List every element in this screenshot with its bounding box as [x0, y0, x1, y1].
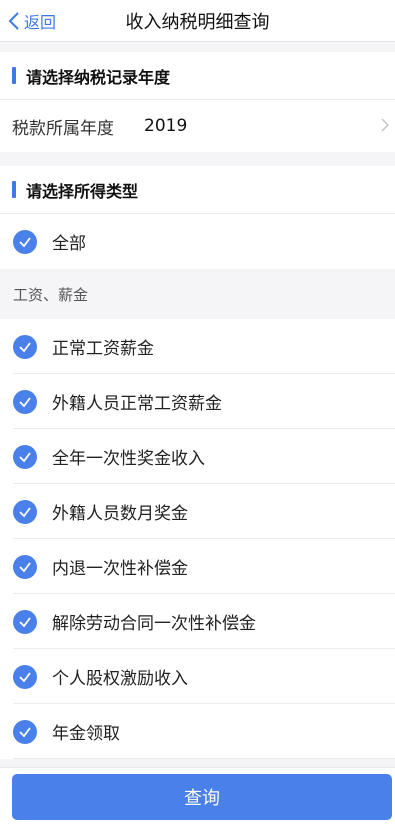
check-icon[interactable]: [13, 664, 37, 689]
query-button[interactable]: 查询: [12, 774, 392, 820]
income-type-list: 正常工资薪金外籍人员正常工资薪金 全年一次性奖金收入 外籍人员数月奖金 内退一次性补偿…: [0, 319, 395, 759]
income-type-label: 外籍人员数月奖金: [52, 504, 188, 524]
check-icon[interactable]: [13, 444, 37, 469]
income-type-checkbox-row[interactable]: 内退一次性补偿金: [0, 539, 395, 594]
check-icon[interactable]: [13, 719, 37, 744]
navbar: 返回 收入纳税明细查询: [0, 0, 395, 42]
check-icon[interactable]: [13, 229, 37, 254]
income-type-checkbox-row[interactable]: 解除劳动合同一次性补偿金: [0, 594, 395, 649]
check-icon[interactable]: [13, 499, 37, 524]
type-section-title: 请选择所得类型: [26, 181, 139, 201]
chevron-left-icon: [8, 12, 19, 30]
income-type-label: 个人股权激励收入: [52, 669, 188, 689]
income-type-checkbox-row[interactable]: 正常工资薪金: [0, 319, 395, 374]
income-type-label: 正常工资薪金: [52, 339, 154, 359]
type-section-heading: 请选择所得类型: [0, 166, 395, 214]
check-icon[interactable]: [13, 389, 37, 414]
income-type-label: 内退一次性补偿金: [52, 559, 188, 579]
income-type-checkbox-row[interactable]: 年金领取: [0, 704, 395, 759]
footer-bar: 查询: [0, 767, 395, 824]
year-section-title: 请选择纳税记录年度: [26, 67, 171, 87]
back-label: 返回: [24, 13, 57, 32]
income-type-label: 年金领取: [52, 724, 120, 744]
income-type-checkbox-row[interactable]: 外籍人员数月奖金: [0, 484, 395, 539]
checkbox-all-label: 全部: [52, 234, 86, 254]
income-type-label: 外籍人员正常工资薪金: [52, 394, 222, 414]
tax-year-selector[interactable]: 税款所属年度 2019: [0, 100, 395, 152]
check-icon[interactable]: [13, 609, 37, 634]
income-type-label: 全年一次性奖金收入: [52, 449, 205, 469]
year-section-heading: 请选择纳税记录年度: [0, 52, 395, 100]
income-type-checkbox-row[interactable]: 全年一次性奖金收入: [0, 429, 395, 484]
check-icon[interactable]: [13, 334, 37, 359]
income-type-checkbox-row[interactable]: 个人股权激励收入: [0, 649, 395, 704]
tax-year-value: 2019: [144, 116, 188, 136]
tax-year-label: 税款所属年度: [12, 118, 114, 139]
check-icon[interactable]: [13, 554, 37, 579]
checkbox-all[interactable]: 全部: [0, 214, 395, 269]
section-accent-bar: [12, 181, 16, 198]
chevron-right-icon: [381, 118, 389, 132]
income-type-label: 解除劳动合同一次性补偿金: [52, 614, 256, 634]
section-accent-bar: [12, 67, 16, 84]
group-label-salary: 工资、薪金: [0, 269, 395, 319]
back-button[interactable]: 返回: [8, 0, 56, 42]
page-title: 收入纳税明细查询: [125, 11, 270, 33]
income-type-checkbox-row[interactable]: 外籍人员正常工资薪金: [0, 374, 395, 429]
